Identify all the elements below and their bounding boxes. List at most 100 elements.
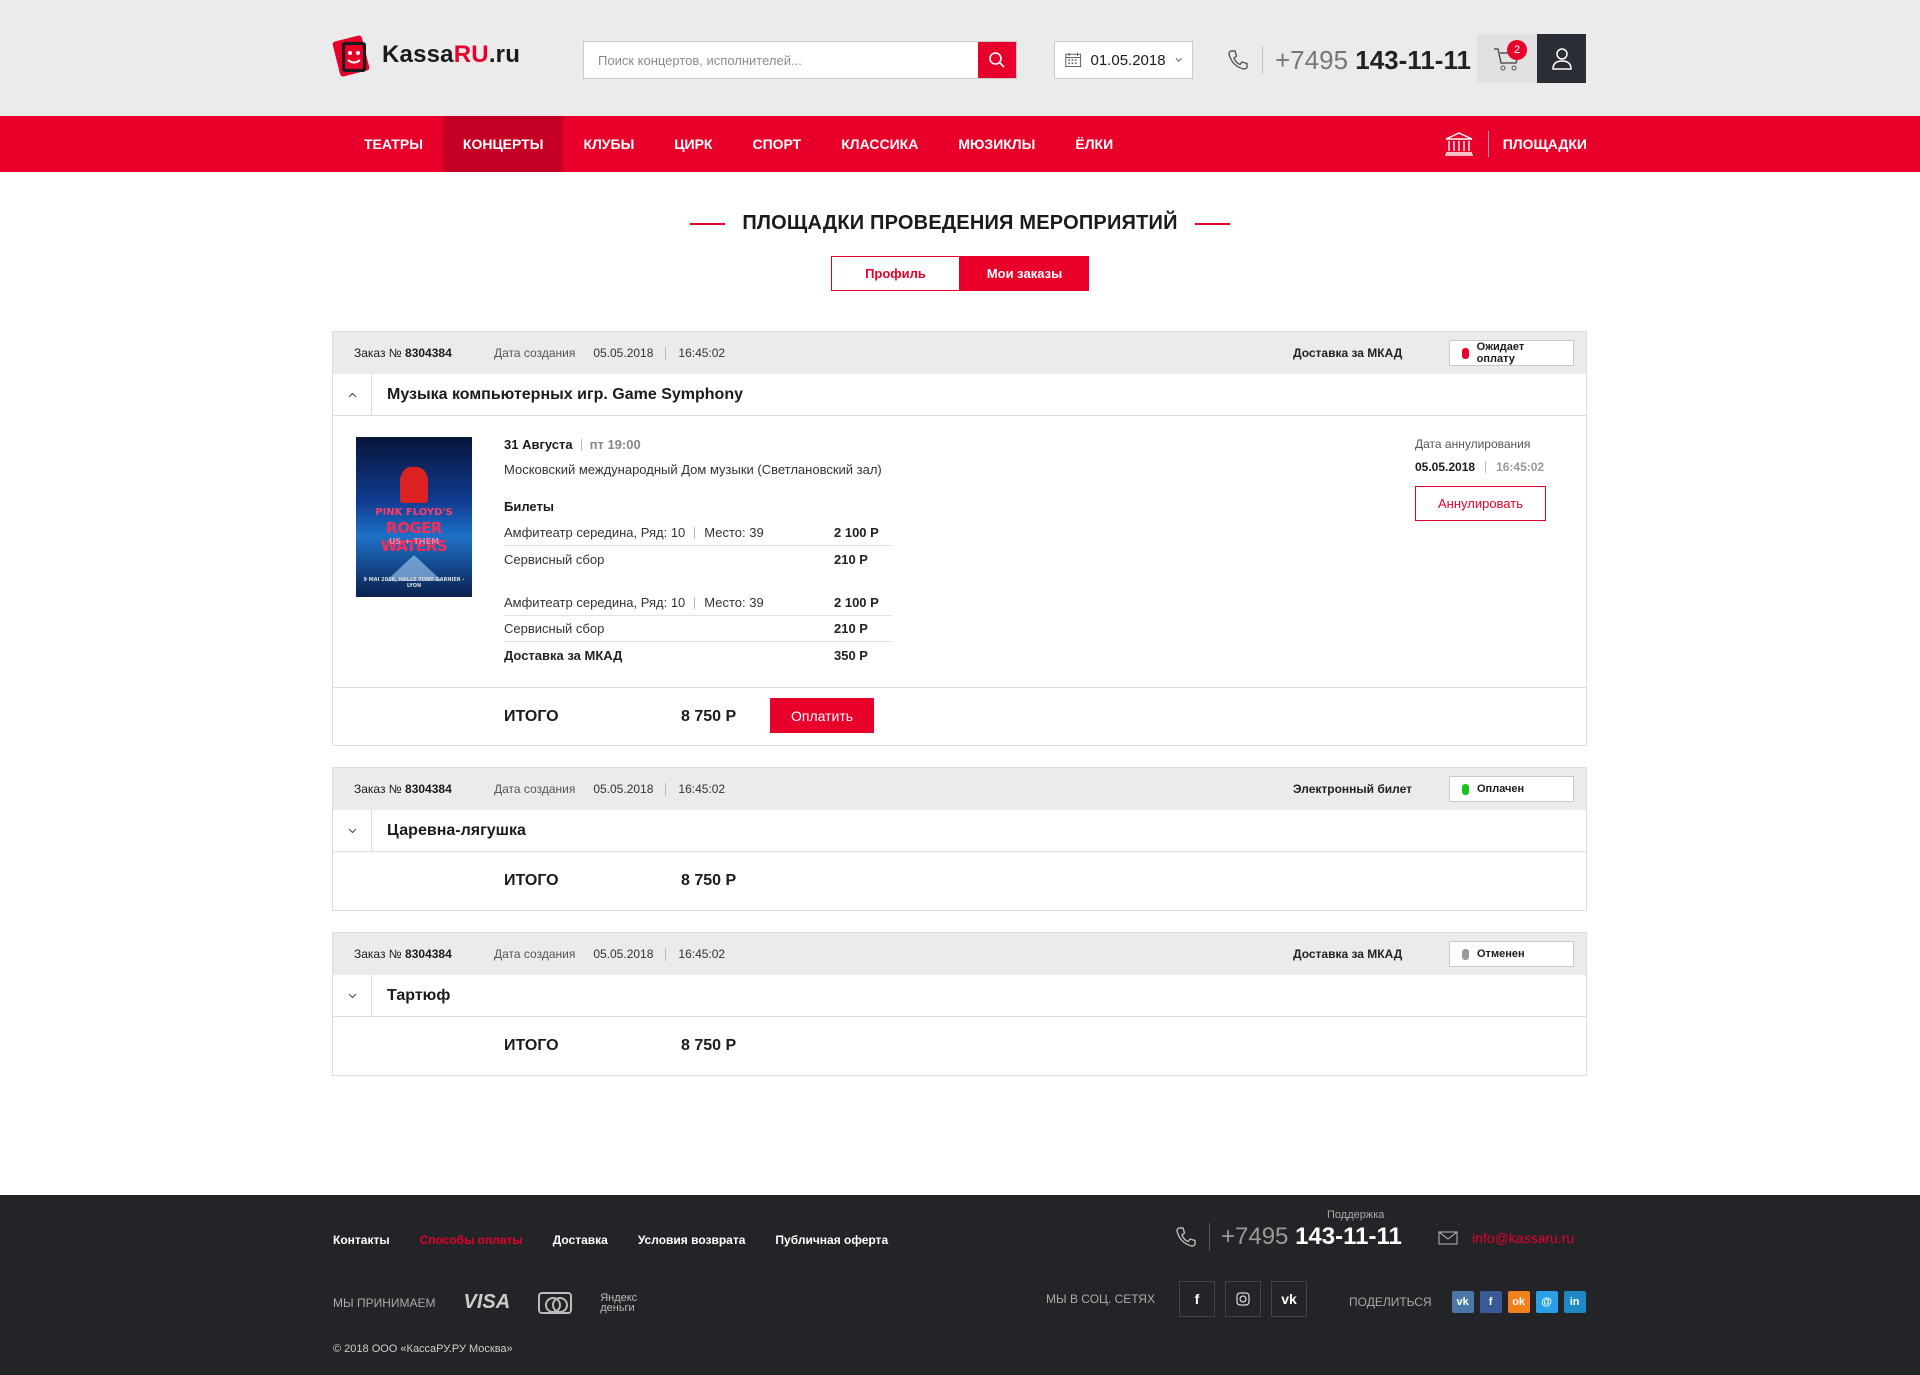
order-title-row[interactable]: Музыка компьютерных игр. Game Symphony (333, 373, 1586, 416)
site-logo[interactable]: KassaRU.ru (332, 32, 520, 78)
footer-phone-separator (1209, 1223, 1210, 1251)
footer-link-offer[interactable]: Публичная оферта (775, 1233, 888, 1247)
site-footer: Контакты Способы оплаты Доставка Условия… (0, 1195, 1920, 1375)
cancel-order-button[interactable]: Аннулировать (1415, 486, 1546, 521)
nav-item-concerts[interactable]: Концерты (442, 116, 564, 172)
nav-item-classic[interactable]: Классика (821, 116, 938, 172)
phone-icon (1228, 50, 1248, 70)
created-time: 16:45:02 (678, 947, 726, 961)
fee-price: 210 Р (834, 621, 868, 636)
ticket-line: Амфитеатр середина, Ряд: 10 Место: 39 2 1… (504, 590, 892, 616)
social-label: МЫ В СОЦ. СЕТЯХ (1046, 1292, 1155, 1306)
chevron-up-icon (348, 392, 356, 397)
status-badge: Отменен (1449, 941, 1574, 967)
pay-button[interactable]: Оплатить (770, 698, 874, 733)
share-facebook-icon[interactable]: f (1479, 1291, 1502, 1313)
order-number: Заказ № 8304384 (354, 947, 452, 961)
date-time-separator (665, 346, 667, 360)
expand-toggle[interactable] (333, 974, 372, 1017)
nav-item-sport[interactable]: Спорт (732, 116, 821, 172)
share-odnoklassniki-icon[interactable]: ok (1507, 1291, 1530, 1313)
accept-label: МЫ ПРИНИМАЕМ (333, 1295, 436, 1310)
nav-item-theatres[interactable]: Театры (344, 116, 443, 172)
created-label: Дата создания (494, 782, 576, 796)
selected-date: 01.05.2018 (1090, 51, 1166, 69)
poster-figure (400, 467, 428, 503)
nav-item-musicals[interactable]: Мюзиклы (938, 116, 1055, 172)
date-time-separator (665, 947, 667, 961)
venues-link[interactable]: Площадки (1444, 116, 1587, 172)
order-header: Заказ № 8304384 Дата создания 05.05.2018… (333, 768, 1586, 810)
footer-link-payment[interactable]: Способы оплаты (420, 1233, 523, 1247)
share-mailru-icon[interactable]: @ (1535, 1291, 1558, 1313)
event-venue: Московский международный Дом музыки (Све… (504, 462, 882, 477)
total-amount: 8 750 Р (681, 1037, 737, 1054)
footer-link-contacts[interactable]: Контакты (333, 1233, 390, 1247)
event-name: Царевна-лягушка (387, 821, 526, 839)
footer-link-delivery[interactable]: Доставка (553, 1233, 608, 1247)
collapse-toggle[interactable] (333, 373, 372, 416)
fee-line: Сервисный сбор 210 Р (504, 616, 892, 642)
facebook-icon: f (1194, 1291, 1200, 1307)
nav-item-circus[interactable]: Цирк (654, 116, 732, 172)
venue-building-icon (1444, 132, 1473, 156)
vk-button[interactable]: vk (1270, 1281, 1307, 1317)
event-poster[interactable]: PINK FLOYD'S ROGER WATERS US + THEM 9 MA… (356, 437, 472, 597)
poster-line-3: US + THEM (388, 537, 440, 546)
cart-count-badge: 2 (1507, 40, 1527, 60)
total-label: ИТОГО (504, 1037, 559, 1054)
vk-icon: vk (1281, 1291, 1297, 1307)
delivery-label: Доставка за МКАД (504, 647, 623, 663)
tickets-heading: Билеты (504, 499, 554, 514)
share-linkedin-icon[interactable]: in (1563, 1291, 1586, 1313)
expand-toggle[interactable] (333, 809, 372, 852)
nav-item-new-year[interactable]: Ёлки (1055, 116, 1133, 172)
search-button[interactable] (978, 42, 1016, 78)
status-text: Ожидает оплату (1476, 341, 1525, 365)
date-time-separator (665, 782, 667, 796)
orders-list: Заказ № 8304384 Дата создания 05.05.2018… (332, 331, 1587, 1097)
search-input[interactable] (584, 42, 978, 78)
chevron-down-icon (1175, 58, 1182, 62)
fee-label: Сервисный сбор (504, 551, 605, 567)
yandex-money-logo: Яндекс деньги (600, 1291, 638, 1314)
ticket-seat: Место: 39 (704, 525, 764, 540)
venues-label: Площадки (1502, 136, 1587, 152)
created-time: 16:45:02 (678, 346, 726, 360)
cancel-date-label: Дата аннулирования (1415, 437, 1531, 451)
title-decor-left (690, 222, 726, 225)
page-title-block: Площадки проведения мероприятий (0, 212, 1920, 235)
cart-button[interactable]: 2 (1477, 34, 1537, 83)
status-dot-icon (1462, 783, 1469, 795)
instagram-button[interactable] (1224, 1281, 1261, 1317)
facebook-button[interactable]: f (1178, 1281, 1215, 1317)
footer-link-returns[interactable]: Условия возврата (638, 1233, 746, 1247)
created-date: 05.05.2018 (593, 947, 654, 961)
event-date: 31 Августа (504, 437, 573, 452)
order-title-row[interactable]: Тартюф (333, 974, 1586, 1017)
share-vk-icon[interactable]: vk (1451, 1291, 1474, 1313)
created-date: 05.05.2018 (593, 346, 654, 360)
total-label: ИТОГО (504, 872, 559, 889)
date-picker[interactable]: 01.05.2018 (1054, 41, 1193, 79)
datetime-separator (580, 438, 582, 451)
footer-phone[interactable]: +7495 143-11-11 (1174, 1223, 1402, 1251)
delivery-line: Доставка за МКАД 350 Р (504, 642, 892, 668)
order-title-row[interactable]: Царевна-лягушка (333, 809, 1586, 852)
search-icon (989, 52, 1005, 68)
title-decor-right (1194, 222, 1230, 225)
tab-profile[interactable]: Профиль (831, 256, 960, 291)
tab-my-orders[interactable]: Мои заказы (960, 256, 1089, 291)
account-button[interactable] (1537, 34, 1586, 83)
total-amount: 8 750 Р (681, 872, 737, 889)
cancel-time: 16:45:02 (1496, 460, 1545, 474)
created-label: Дата создания (494, 947, 576, 961)
header-phone[interactable]: +7495 143-11-11 (1226, 41, 1471, 79)
footer-email[interactable]: info@kassaru.ru (1438, 1230, 1574, 1246)
poster-line-4: 9 MAI 2018, HALLE TONY GARNIER - LYON (363, 577, 465, 589)
order-card: Заказ № 8304384 Дата создания 05.05.2018… (332, 767, 1587, 911)
fee-line: Сервисный сбор 210 Р (504, 546, 892, 572)
fee-price: 210 Р (834, 551, 868, 567)
ticket-seat-area: Амфитеатр середина, Ряд: 10 (504, 595, 686, 610)
nav-item-clubs[interactable]: Клубы (563, 116, 654, 172)
